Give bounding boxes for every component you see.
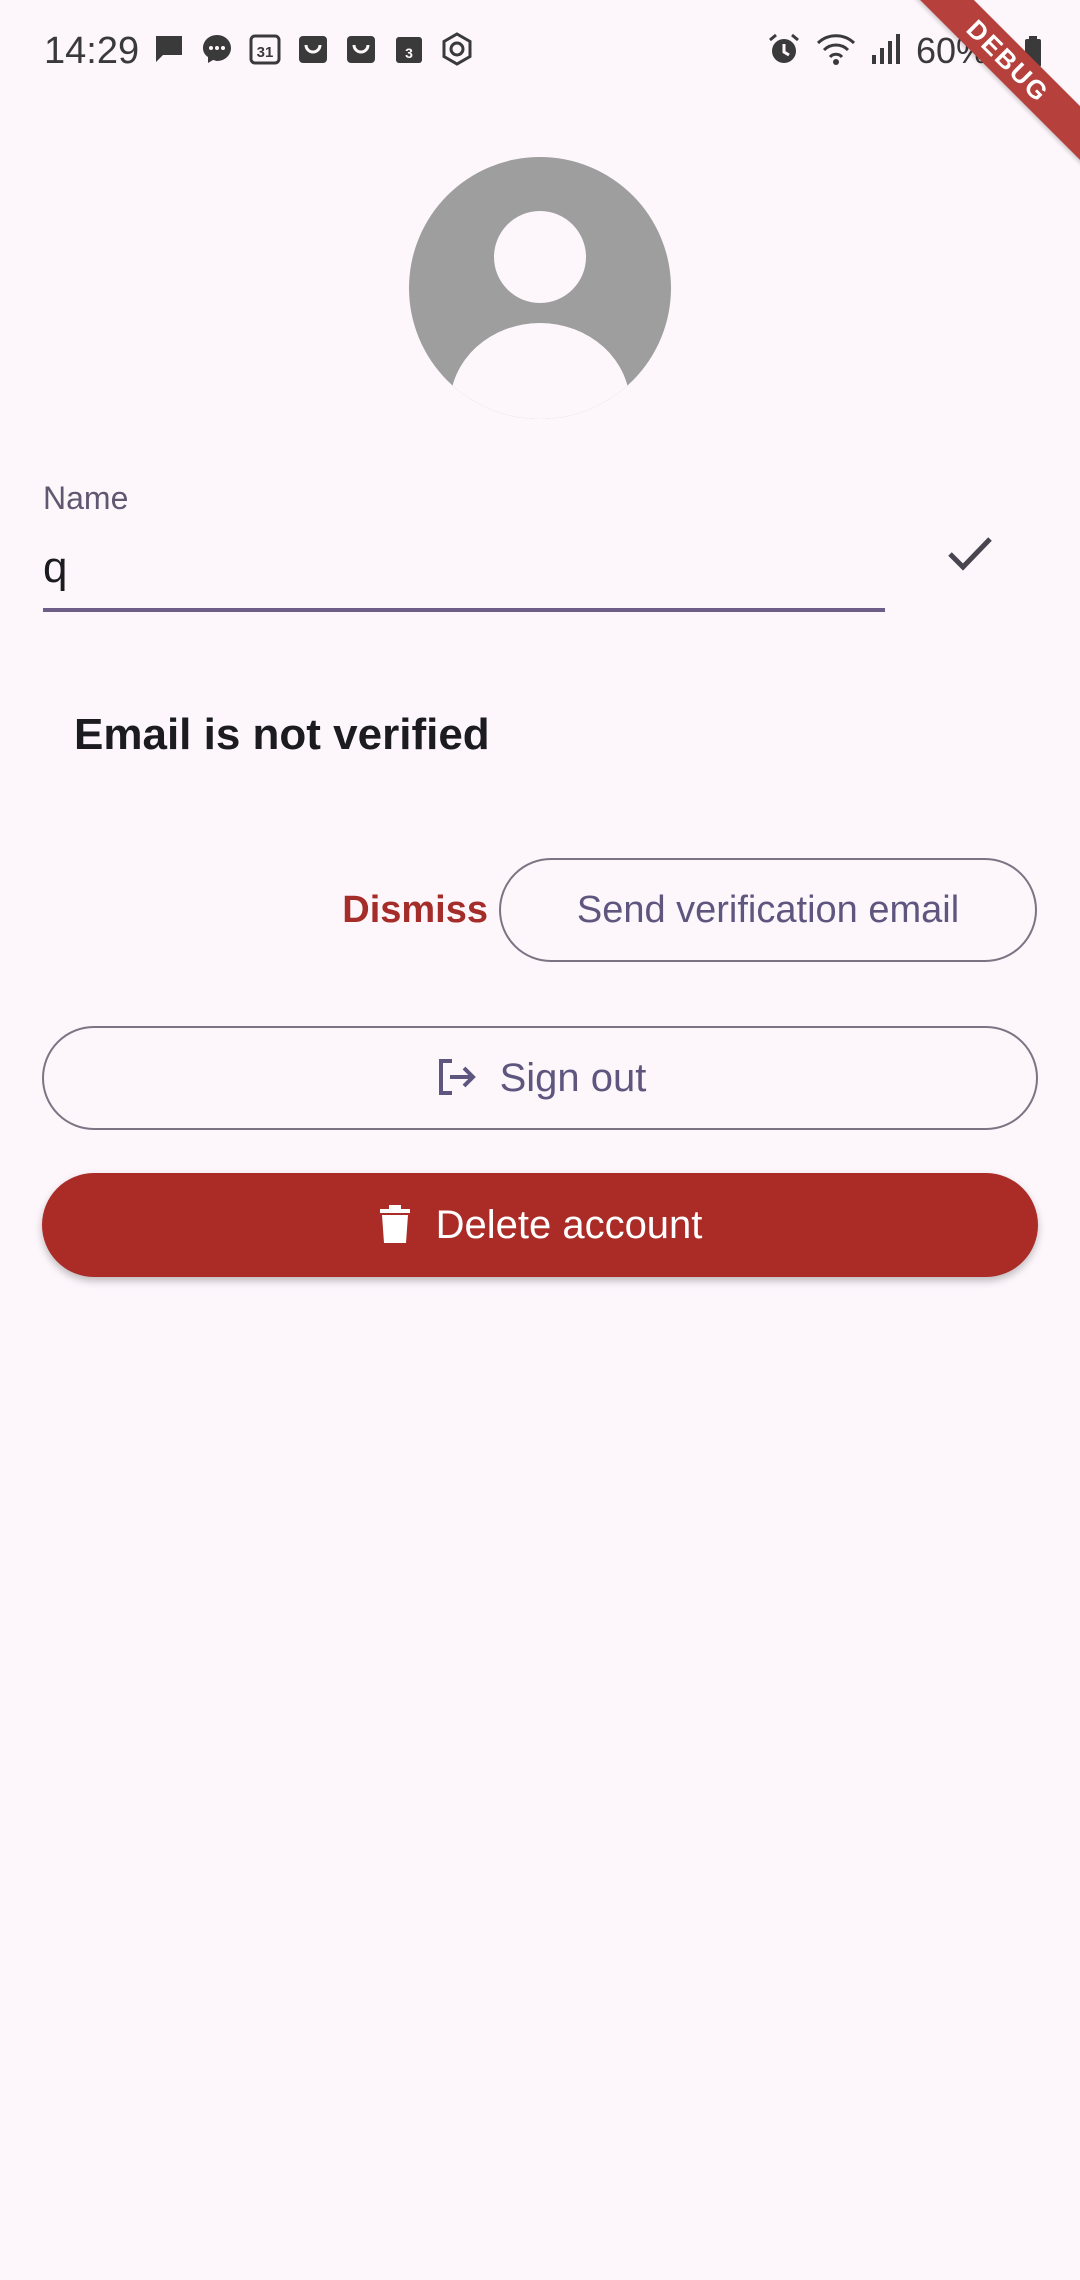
- logout-icon: [434, 1055, 478, 1102]
- account-circle-icon[interactable]: [409, 157, 671, 419]
- sign-out-button[interactable]: Sign out: [42, 1026, 1038, 1130]
- delete-account-label: Delete account: [435, 1202, 703, 1247]
- sign-out-label: Sign out: [499, 1055, 647, 1100]
- chat-icon: [152, 32, 186, 66]
- shopping-bag-icon: [296, 32, 330, 66]
- dismiss-button[interactable]: Dismiss: [300, 864, 500, 956]
- name-label: Name: [43, 480, 129, 516]
- badge-number-text: 3: [405, 45, 413, 61]
- system-icons: 60%: [766, 30, 988, 72]
- alarm-icon: [766, 31, 802, 72]
- hexagon-app-icon: [440, 32, 474, 66]
- confirm-name-button[interactable]: [930, 515, 1010, 595]
- trash-icon: [378, 1204, 412, 1247]
- wifi-icon: [816, 31, 856, 72]
- name-input[interactable]: [43, 528, 885, 612]
- notification-icons: 31 3: [152, 32, 474, 66]
- calendar-icon: 31: [248, 32, 282, 66]
- check-icon: [944, 527, 996, 584]
- send-verification-email-button[interactable]: Send verification email: [499, 858, 1037, 962]
- signal-icon: [870, 31, 902, 72]
- delete-account-button[interactable]: Delete account: [42, 1173, 1038, 1277]
- email-not-verified-message: Email is not verified: [74, 710, 490, 759]
- status-time: 14:29: [44, 30, 140, 72]
- shopping-bag-icon: [344, 32, 378, 66]
- calendar-day-text: 31: [257, 44, 274, 61]
- status-bar: 14:29 31 3 60%: [0, 0, 1080, 110]
- calendar-badge-icon: 3: [392, 32, 426, 66]
- messenger-icon: [200, 32, 234, 66]
